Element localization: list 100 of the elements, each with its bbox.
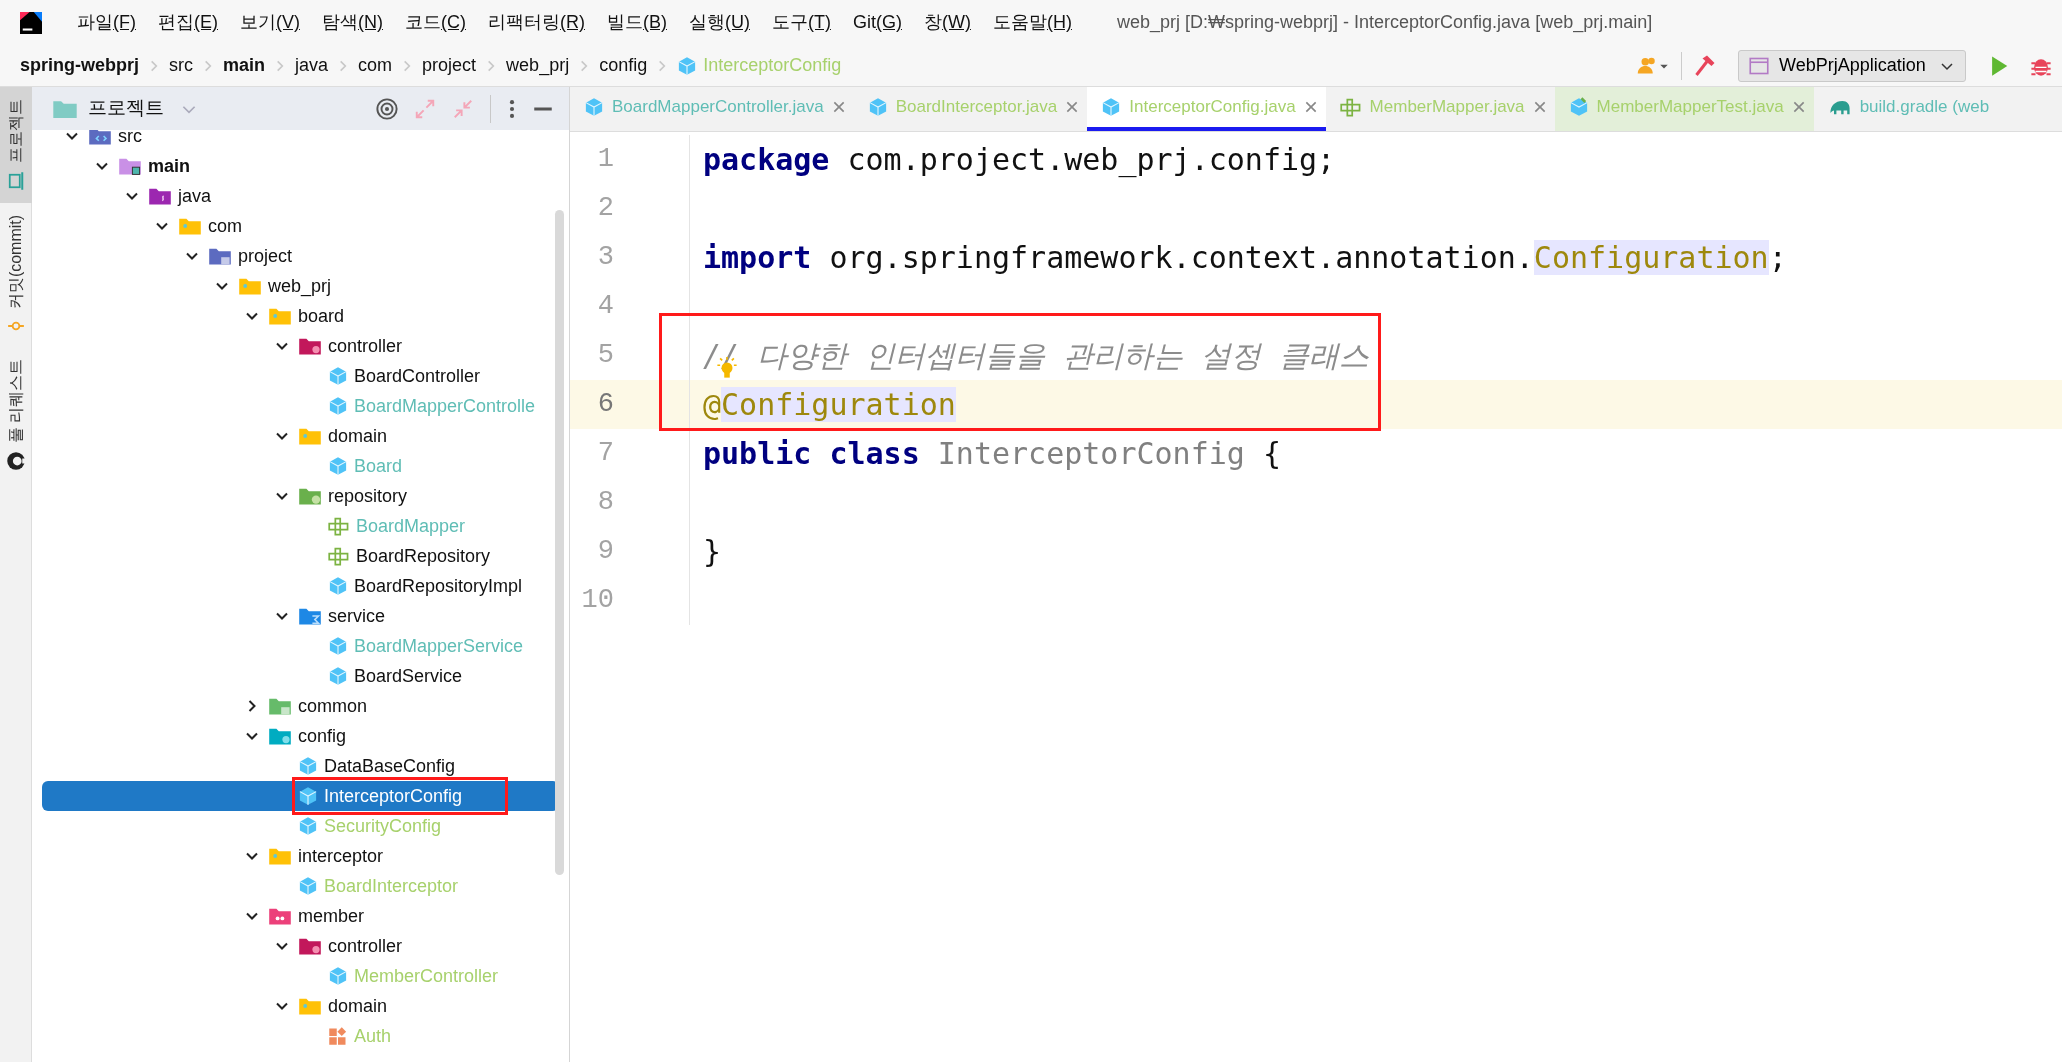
tree-item[interactable]: web_prj	[42, 271, 559, 301]
code-line: }	[702, 533, 722, 571]
tree-item[interactable]: java	[42, 181, 559, 211]
laptop-icon	[6, 171, 26, 191]
menu-item[interactable]: 편집(E)	[147, 9, 229, 36]
breadcrumb-item[interactable]: web_prj	[502, 52, 574, 79]
menu-item[interactable]: Git(G)	[841, 9, 913, 36]
menu-item[interactable]: 도구(T)	[761, 9, 842, 36]
folder-icon	[268, 696, 292, 716]
tree-item[interactable]: controller	[42, 931, 559, 961]
line-number: 9	[570, 527, 690, 576]
breadcrumb-item[interactable]: spring-webprj	[16, 52, 143, 79]
close-icon[interactable]	[831, 100, 846, 114]
menu-item[interactable]: 빌드(B)	[596, 9, 678, 36]
menu-item[interactable]: 도움말(H)	[981, 9, 1083, 36]
cube-icon	[328, 966, 348, 986]
close-icon[interactable]	[1065, 100, 1080, 114]
folder-icon	[118, 156, 142, 176]
tree-item[interactable]: interceptor	[42, 841, 559, 871]
line-number: 10	[570, 576, 690, 625]
tree-item[interactable]: BoardRepository	[42, 541, 559, 571]
menu-item[interactable]: 실행(U)	[678, 9, 761, 36]
grid-icon	[1339, 97, 1362, 117]
breadcrumb-item[interactable]: java	[291, 52, 333, 79]
menu-item[interactable]: 탐색(N)	[311, 9, 394, 36]
tree-item[interactable]: member	[42, 901, 559, 931]
cube-icon	[328, 366, 348, 386]
menu-item[interactable]: 보기(V)	[229, 9, 311, 36]
cube-icon	[1101, 97, 1122, 117]
tree-item[interactable]: domain	[42, 421, 559, 451]
line-number: 2	[570, 184, 690, 233]
tree-item[interactable]: src	[42, 130, 559, 151]
cube-icon	[298, 876, 318, 896]
menu-item[interactable]: 코드(C)	[394, 9, 477, 36]
code-line: public class InterceptorConfig {	[702, 435, 1281, 473]
breadcrumb-item[interactable]: main	[219, 52, 270, 79]
code-line: import org.springframework.context.annotation.Configuration;	[702, 239, 1787, 277]
chevron-right-icon	[275, 58, 286, 73]
shapes-icon	[328, 1026, 348, 1046]
code-line: package com.project.web_prj.config;	[702, 141, 1336, 180]
chevron-right-icon	[486, 58, 497, 73]
run-configuration-dropdown[interactable]: WebPrjApplication	[1738, 49, 1966, 82]
folder-icon	[268, 906, 292, 926]
tool-window-tab[interactable]: 프로젝트	[0, 87, 32, 203]
folder-icon	[298, 606, 322, 626]
close-icon[interactable]	[1791, 100, 1806, 114]
target-icon[interactable]	[376, 97, 398, 120]
chevron-right-icon	[149, 58, 159, 73]
folder-icon	[298, 996, 322, 1016]
cube-icon	[1568, 97, 1589, 117]
cube-icon	[328, 576, 348, 596]
menu-item[interactable]: 창(W)	[913, 9, 982, 36]
folder-icon	[298, 336, 322, 356]
tool-window-tab[interactable]: 풀 리퀘스트	[0, 347, 32, 483]
chevron-right-icon	[579, 58, 590, 73]
cube-icon	[328, 636, 348, 656]
breadcrumb-item[interactable]: src	[165, 52, 197, 79]
folder-icon	[298, 486, 322, 506]
breadcrumb-item[interactable]: config	[595, 52, 652, 79]
folder-icon	[148, 186, 172, 206]
folder-icon	[88, 130, 112, 146]
grid-icon	[328, 516, 350, 536]
scrollbar-thumb[interactable]	[555, 210, 564, 875]
window-title: web_prj [D:₩spring-webprj] - InterceptorConfig.java [web_prj.main]	[1116, 11, 1653, 35]
more-icon[interactable]	[507, 97, 517, 120]
cube-icon	[298, 786, 318, 806]
folder-icon	[178, 216, 202, 236]
cube-icon	[328, 456, 348, 476]
folder-icon	[298, 426, 322, 446]
panel-title: 프로젝트	[88, 96, 164, 121]
breadcrumb-item[interactable]: project	[418, 52, 481, 79]
folder-icon	[268, 726, 292, 746]
window-icon	[1749, 56, 1769, 75]
breadcrumb-item[interactable]: com	[354, 52, 397, 79]
folder-icon	[268, 306, 292, 326]
line-number: 4	[570, 282, 690, 331]
close-icon[interactable]	[1303, 100, 1318, 114]
cube-icon	[677, 55, 698, 76]
menu-item[interactable]: 파일(F)	[66, 9, 147, 36]
line-number: 6	[570, 380, 690, 429]
folder-icon	[208, 246, 232, 266]
line-number: 1	[570, 135, 690, 184]
chevron-right-icon	[657, 58, 668, 73]
menu-item[interactable]: 리팩터링(R)	[477, 9, 596, 36]
folder-icon	[268, 846, 292, 866]
app-logo-icon	[20, 11, 42, 34]
close-icon[interactable]	[1532, 100, 1547, 114]
line-number: 3	[570, 233, 690, 282]
tree-item[interactable]: main	[42, 151, 559, 181]
cube-icon	[328, 396, 348, 416]
grid-icon	[328, 546, 350, 566]
folder-icon	[298, 936, 322, 956]
cube-icon	[584, 97, 604, 117]
tree-item[interactable]: com	[42, 211, 559, 241]
cube-icon	[867, 97, 888, 117]
chevron-right-icon	[203, 58, 213, 73]
cube-icon	[298, 756, 318, 776]
tool-window-tab[interactable]: 커밋(commit)	[0, 203, 32, 347]
tree-item[interactable]: domain	[42, 991, 559, 1021]
tree-item[interactable]: board	[42, 301, 559, 331]
